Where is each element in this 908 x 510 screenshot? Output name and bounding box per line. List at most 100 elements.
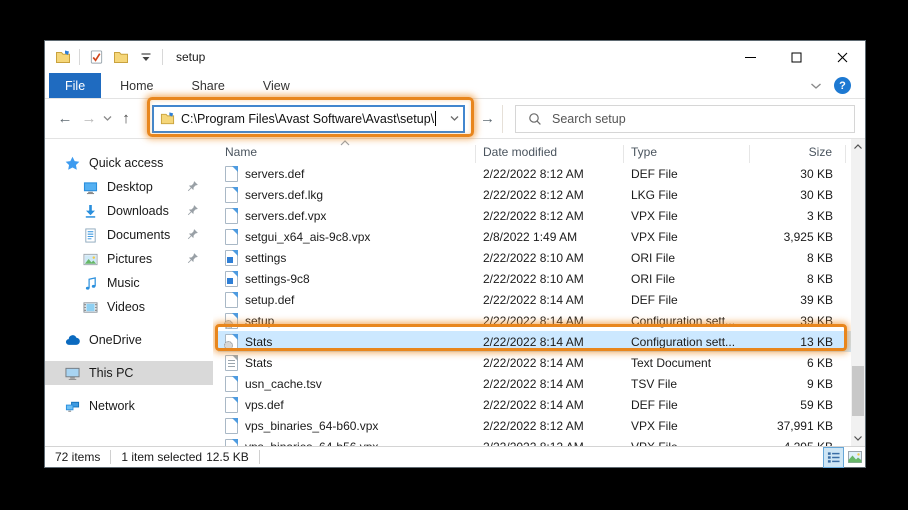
vertical-scrollbar[interactable] xyxy=(851,139,865,446)
column-header-date-modified[interactable]: Date modified xyxy=(476,145,624,163)
address-dropdown-chevron-icon[interactable] xyxy=(450,115,459,122)
pin-icon xyxy=(187,204,199,216)
tab-view[interactable]: View xyxy=(244,73,309,98)
address-path-text: C:\Program Files\Avast Software\Avast\se… xyxy=(181,112,434,126)
file-icon xyxy=(225,334,238,350)
sidebar-item-label: Desktop xyxy=(107,180,153,194)
file-row[interactable]: servers.def.vpx 2/22/2022 8:12 AM VPX Fi… xyxy=(218,205,851,226)
file-row[interactable]: Stats 2/22/2022 8:14 AM Text Document 6 … xyxy=(218,352,851,373)
sort-ascending-caret-icon xyxy=(340,140,350,146)
close-button[interactable] xyxy=(819,41,865,73)
file-row[interactable]: settings-9c8 2/22/2022 8:10 AM ORI File … xyxy=(218,268,851,289)
window-controls xyxy=(727,41,865,73)
column-headers: Name Date modified Type Size xyxy=(218,139,851,163)
customize-qat-dropdown-icon[interactable] xyxy=(137,48,155,66)
scroll-up-arrow-icon[interactable] xyxy=(851,139,865,154)
scroll-down-arrow-icon[interactable] xyxy=(851,431,865,446)
column-header-type[interactable]: Type xyxy=(624,145,750,163)
sidebar-item-label: Music xyxy=(107,276,140,290)
tab-home[interactable]: Home xyxy=(101,73,172,98)
file-row[interactable]: vps_binaries_64-b56.vpx 2/22/2022 8:12 A… xyxy=(218,436,851,446)
column-header-name[interactable]: Name xyxy=(218,145,476,163)
sidebar-item-music[interactable]: Music xyxy=(45,271,213,295)
file-row[interactable]: setup 2/22/2022 8:14 AM Configuration se… xyxy=(218,310,851,331)
qat-separator xyxy=(162,49,163,65)
maximize-button[interactable] xyxy=(773,41,819,73)
file-row[interactable]: servers.def.lkg 2/22/2022 8:12 AM LKG Fi… xyxy=(218,184,851,205)
file-icon xyxy=(225,187,238,203)
sidebar-item-label: Pictures xyxy=(107,252,152,266)
sidebar-item-videos[interactable]: Videos xyxy=(45,295,213,319)
file-icon xyxy=(225,313,238,329)
file-name: settings-9c8 xyxy=(245,272,310,286)
item-count: 72 items xyxy=(45,450,110,464)
music-icon xyxy=(83,276,98,291)
new-folder-button[interactable] xyxy=(112,48,130,66)
file-row[interactable]: setgui_x64_ais-9c8.vpx 2/8/2022 1:49 AM … xyxy=(218,226,851,247)
file-row-selected[interactable]: Stats 2/22/2022 8:14 AM Configuration se… xyxy=(218,331,851,352)
file-explorer-window: setup File Home Share View ? ← → xyxy=(44,40,866,468)
sidebar-item-label: This PC xyxy=(89,366,133,380)
quick-access-star-icon xyxy=(65,156,80,171)
file-icon xyxy=(225,376,238,392)
selection-size: 12.5 KB xyxy=(206,450,259,464)
file-icon xyxy=(225,397,238,413)
qat-separator xyxy=(79,49,80,65)
sidebar-item-label: Quick access xyxy=(89,156,163,170)
file-row[interactable]: vps_binaries_64-b60.vpx 2/22/2022 8:12 A… xyxy=(218,415,851,436)
sidebar-item-onedrive[interactable]: OneDrive xyxy=(45,328,213,352)
file-name: Stats xyxy=(245,335,272,349)
recent-locations-chevron-icon[interactable] xyxy=(103,115,112,122)
tab-file[interactable]: File xyxy=(49,73,101,98)
sidebar-item-quick-access[interactable]: Quick access xyxy=(45,151,213,175)
sidebar-item-desktop[interactable]: Desktop xyxy=(45,175,213,199)
file-icon xyxy=(225,166,238,182)
file-name: vps_binaries_64-b60.vpx xyxy=(245,419,378,433)
properties-button[interactable] xyxy=(87,48,105,66)
up-button[interactable]: ↑ xyxy=(114,110,138,127)
scrollbar-track[interactable] xyxy=(851,154,865,431)
details-view-button[interactable] xyxy=(823,447,844,468)
file-row[interactable]: usn_cache.tsv 2/22/2022 8:14 AM TSV File… xyxy=(218,373,851,394)
file-row[interactable]: servers.def 2/22/2022 8:12 AM DEF File 3… xyxy=(218,163,851,184)
documents-icon xyxy=(83,228,98,243)
pictures-icon xyxy=(83,252,98,267)
sidebar-item-this-pc[interactable]: This PC xyxy=(45,361,213,385)
go-to-button[interactable]: → xyxy=(473,105,503,133)
navigation-bar: ← → ↑ C:\Program Files\Avast Software\Av… xyxy=(45,99,865,139)
forward-button[interactable]: → xyxy=(77,110,101,127)
sidebar-item-downloads[interactable]: Downloads xyxy=(45,199,213,223)
minimize-button[interactable] xyxy=(727,41,773,73)
search-input[interactable] xyxy=(552,112,812,126)
search-box[interactable] xyxy=(515,105,855,133)
content-area: Quick access Desktop Downloads Documents… xyxy=(45,139,865,446)
sidebar-item-label: Videos xyxy=(107,300,145,314)
file-icon xyxy=(225,250,238,266)
address-folder-icon xyxy=(160,111,175,126)
network-icon xyxy=(65,399,80,414)
videos-icon xyxy=(83,300,98,315)
pin-icon xyxy=(187,180,199,192)
window-title: setup xyxy=(176,50,205,64)
address-bar[interactable]: C:\Program Files\Avast Software\Avast\se… xyxy=(152,105,465,133)
sidebar-item-label: Downloads xyxy=(107,204,169,218)
sidebar-item-network[interactable]: Network xyxy=(45,394,213,418)
expand-ribbon-chevron-icon[interactable] xyxy=(810,82,822,90)
file-name: servers.def.lkg xyxy=(245,188,323,202)
file-row[interactable]: settings 2/22/2022 8:10 AM ORI File 8 KB xyxy=(218,247,851,268)
scrollbar-thumb[interactable] xyxy=(852,366,864,416)
navigation-pane: Quick access Desktop Downloads Documents… xyxy=(45,139,213,446)
sidebar-item-documents[interactable]: Documents xyxy=(45,223,213,247)
column-header-size[interactable]: Size xyxy=(750,145,846,163)
pin-icon xyxy=(187,228,199,240)
file-icon xyxy=(225,418,238,434)
back-button[interactable]: ← xyxy=(53,110,77,127)
sidebar-item-pictures[interactable]: Pictures xyxy=(45,247,213,271)
help-icon[interactable]: ? xyxy=(834,77,851,94)
file-row[interactable]: vps.def 2/22/2022 8:14 AM DEF File 59 KB xyxy=(218,394,851,415)
thumbnail-view-button[interactable] xyxy=(844,447,865,468)
this-pc-icon xyxy=(65,366,80,381)
file-row[interactable]: setup.def 2/22/2022 8:14 AM DEF File 39 … xyxy=(218,289,851,310)
pin-icon xyxy=(187,252,199,264)
tab-share[interactable]: Share xyxy=(173,73,244,98)
